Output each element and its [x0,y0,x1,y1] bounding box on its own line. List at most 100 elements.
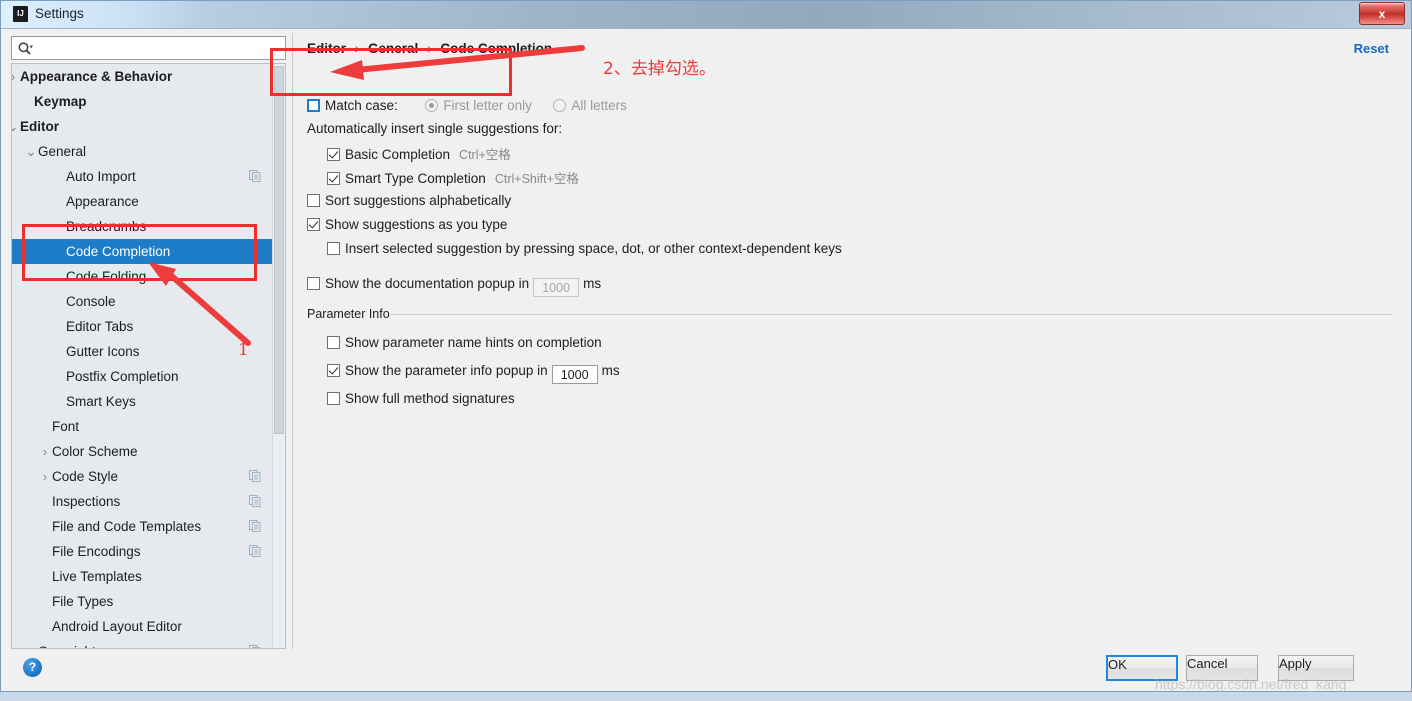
sidebar-item-general[interactable]: ⌄ General [12,139,285,164]
sidebar-item-copyright[interactable]: ›Copyright [12,639,285,648]
basic-completion-label: Basic Completion [345,147,451,162]
sort-suggestions-checkbox[interactable] [307,194,320,207]
first-letter-only-label: First letter only [443,98,532,113]
sidebar-item-label: Gutter Icons [66,344,140,359]
param-info-popup-row: Show the parameter info popup in 1000 ms [327,363,620,384]
sidebar-item-color-scheme[interactable]: › Color Scheme [12,439,285,464]
sidebar-item-label: Code Folding [66,269,147,284]
sidebar-item-postfix-completion[interactable]: Postfix Completion [12,364,285,389]
sidebar-item-smart-keys[interactable]: Smart Keys [12,389,285,414]
sidebar-item-appearance-behavior[interactable]: › Appearance & Behavior [12,64,285,89]
param-name-hints-checkbox[interactable] [327,336,340,349]
sidebar-item-label: Keymap [34,94,87,109]
sidebar-item-breadcrumbs[interactable]: Breadcrumbs [12,214,285,239]
sidebar-item-code-style[interactable]: › Code Style [12,464,285,489]
parameter-info-group-line [391,314,1393,315]
match-case-row: Match case: First letter only All letter… [307,98,627,113]
auto-insert-label: Automatically insert single suggestions … [307,121,563,136]
smart-type-completion-row: Smart Type Completion Ctrl+Shift+空格 [327,168,579,187]
chevron-right-icon[interactable]: › [24,639,38,648]
sort-suggestions-row: Sort suggestions alphabetically [307,193,511,208]
breadcrumb-separator-2: › [427,41,432,56]
sidebar-item-label: File Types [52,594,114,609]
full-signatures-row: Show full method signatures [327,391,515,406]
sidebar-item-keymap[interactable]: Keymap [12,89,285,114]
sidebar-item-editor[interactable]: ⌄Editor [12,114,285,139]
chevron-down-icon[interactable]: ⌄ [12,114,20,139]
sidebar-scrollbar-track[interactable] [272,64,285,648]
sidebar-item-font[interactable]: Font [12,414,285,439]
sidebar-item-label: General [38,144,87,159]
smart-type-completion-shortcut: Ctrl+Shift+空格 [494,172,579,186]
sidebar-item-label: Appearance [66,194,139,209]
sidebar-item-label: Editor [20,119,59,134]
sidebar-item-label: Console [66,294,116,309]
param-info-popup-unit: ms [601,363,620,378]
dialog-body: ›Appearance & BehaviorKeymap⌄Editor⌄Gene… [5,31,1407,687]
breadcrumb: Editor › General › Code Completion [307,41,552,56]
param-info-popup-checkbox[interactable] [327,364,340,377]
settings-tree[interactable]: ›Appearance & BehaviorKeymap⌄Editor⌄Gene… [11,63,286,649]
breadcrumb-part-general[interactable]: General [368,41,418,56]
sidebar-item-editor-tabs[interactable]: Editor Tabs [12,314,285,339]
sidebar-item-label: File and Code Templates [52,519,202,534]
reset-link[interactable]: Reset [1354,41,1389,56]
doc-popup-delay-input[interactable]: 1000 [533,278,580,297]
settings-search[interactable] [11,36,286,61]
help-icon[interactable]: ? [23,658,42,677]
title-bar-highlight [1,1,201,28]
smart-type-completion-checkbox[interactable] [327,172,340,185]
sidebar-item-console[interactable]: Console [12,289,285,314]
param-name-hints-row: Show parameter name hints on completion [327,335,602,350]
sidebar-item-live-templates[interactable]: Live Templates [12,564,285,589]
show-suggestions-label: Show suggestions as you type [325,217,508,232]
insert-selected-checkbox[interactable] [327,242,340,255]
insert-selected-row: Insert selected suggestion by pressing s… [327,241,842,256]
sidebar-item-label: Code Completion [66,244,171,259]
sidebar-item-code-folding[interactable]: Code Folding [12,264,285,289]
sidebar-item-inspections[interactable]: Inspections [12,489,285,514]
chevron-right-icon[interactable]: › [38,439,52,464]
sidebar-item-label: Color Scheme [52,444,138,459]
param-info-popup-label: Show the parameter info popup in [345,363,548,378]
doc-popup-row: Show the documentation popup in 1000 ms [307,276,601,297]
chevron-right-icon[interactable]: › [38,464,52,489]
parameter-info-group-title: Parameter Info [307,307,396,321]
doc-popup-label: Show the documentation popup in [325,276,530,291]
sidebar-item-code-completion[interactable]: Code Completion [12,239,285,264]
copy-module-icon [249,545,261,557]
doc-popup-checkbox[interactable] [307,277,320,290]
sidebar-item-appearance[interactable]: Appearance [12,189,285,214]
close-icon[interactable]: x [1359,2,1405,25]
copy-module-icon [249,520,261,532]
chevron-right-icon[interactable]: › [12,64,20,89]
match-case-checkbox[interactable] [307,99,320,112]
first-letter-only-radio[interactable] [425,99,439,112]
sidebar-item-file-encodings[interactable]: File Encodings [12,539,285,564]
sidebar-item-android-layout-editor[interactable]: Android Layout Editor [12,614,285,639]
breadcrumb-part-editor[interactable]: Editor [307,41,346,56]
sidebar-scrollbar-thumb[interactable] [274,66,284,434]
sidebar-item-auto-import[interactable]: Auto Import [12,164,285,189]
search-input[interactable] [38,37,283,61]
full-signatures-checkbox[interactable] [327,392,340,405]
sidebar-item-label: Appearance & Behavior [20,69,173,84]
show-suggestions-checkbox[interactable] [307,218,320,231]
all-letters-radio[interactable] [553,99,567,112]
sidebar-item-file-types[interactable]: File Types [12,589,285,614]
chevron-down-icon[interactable]: ⌄ [24,139,38,164]
parameter-info-group: Parameter Info [307,307,1393,321]
smart-type-completion-label: Smart Type Completion [345,171,486,186]
sidebar-item-label: Android Layout Editor [52,619,182,634]
sidebar-item-file-and-code-templates[interactable]: File and Code Templates [12,514,285,539]
basic-completion-checkbox[interactable] [327,148,340,161]
sidebar-item-label: File Encodings [52,544,141,559]
window-title: Settings [35,6,84,21]
sidebar-item-gutter-icons[interactable]: Gutter Icons [12,339,285,364]
doc-popup-unit: ms [583,276,602,291]
sidebar-item-label: Inspections [52,494,121,509]
sidebar-item-label: Editor Tabs [66,319,134,334]
watermark: https://blog.csdn.net/fred_kang [1155,676,1347,692]
param-info-popup-delay-input[interactable]: 1000 [551,365,598,384]
basic-completion-shortcut: Ctrl+空格 [459,148,511,162]
